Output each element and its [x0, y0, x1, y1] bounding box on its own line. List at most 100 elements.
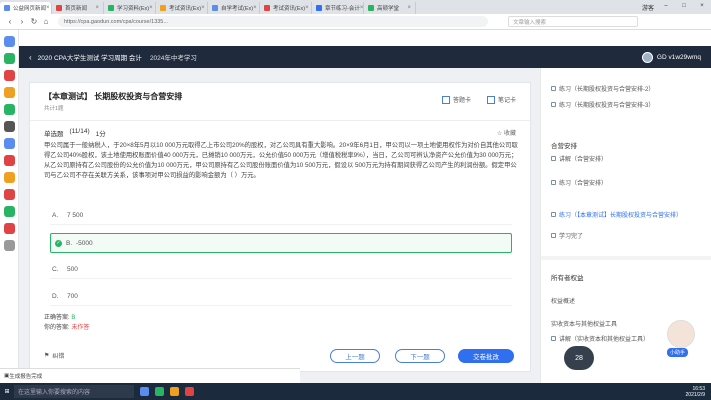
- close-window-icon[interactable]: ×: [693, 3, 711, 12]
- address-bar: ‹ › ↻ ⌂ https://cpa.gaodun.com/cpa/cours…: [0, 14, 711, 30]
- close-icon[interactable]: ×: [253, 5, 257, 11]
- option-b[interactable]: ✓ B. -5000: [50, 233, 512, 253]
- clock[interactable]: 16:53 2021/2/9: [686, 386, 711, 398]
- notes-icon: [486, 95, 495, 104]
- course-tag: 2024年中考学习: [149, 55, 197, 62]
- sidebar-app-icon[interactable]: [3, 240, 15, 251]
- sidebar-app-icon[interactable]: [3, 172, 15, 183]
- close-icon[interactable]: ×: [149, 5, 153, 11]
- tab-favicon-icon: [56, 5, 62, 11]
- browser-tab-strip: 公益网页新闻 × 首页新闻 × 学习资料(Ex) × 考试资讯(Ex) × 自学考试(E…: [0, 0, 711, 14]
- check-icon: ✓: [55, 239, 62, 247]
- browser-sidebar: [0, 30, 19, 383]
- minimize-icon[interactable]: –: [657, 3, 675, 12]
- sidebar-app-icon[interactable]: [3, 189, 15, 200]
- sidebar-app-icon[interactable]: [3, 206, 15, 217]
- list-item-active[interactable]: 练习（【本章测试】长期股权投资与合营安排）: [551, 210, 682, 219]
- close-icon[interactable]: ×: [46, 5, 50, 11]
- windows-icon[interactable]: ⊞: [0, 388, 14, 395]
- next-button[interactable]: 下一题: [395, 349, 445, 363]
- browser-tab[interactable]: 首页新闻 ×: [52, 2, 104, 14]
- browser-tab[interactable]: 学习资料(Ex) ×: [104, 2, 156, 14]
- list-item[interactable]: 练习（长期股权投资与合营安排-3）: [551, 100, 654, 109]
- close-icon[interactable]: ×: [305, 5, 309, 11]
- taskbar-app-icon[interactable]: [170, 387, 179, 396]
- error-report-button[interactable]: ⚑ 纠错: [44, 351, 64, 360]
- site-header: ‹ 2020 CPA大学生测试 学习周期 会计 2024年中考学习 GD v1w…: [19, 46, 711, 68]
- taskbar-app-icon[interactable]: [185, 387, 194, 396]
- browser-tab[interactable]: 高顿学堂 ×: [364, 2, 416, 14]
- maximize-icon[interactable]: □: [675, 3, 693, 12]
- assistant-label[interactable]: 小助手: [667, 348, 689, 357]
- list-item[interactable]: 权益概述: [551, 296, 575, 305]
- page-title: 【本章测试】 长期股权投资与合营安排: [44, 92, 183, 101]
- sidebar-app-icon[interactable]: [3, 121, 15, 132]
- list-item[interactable]: 学习完了: [551, 231, 583, 240]
- list-item[interactable]: 实收资本与其他权益工具: [551, 319, 617, 328]
- taskbar-search-input[interactable]: 在这里输入你要搜索的内容: [14, 385, 134, 398]
- browser-tab[interactable]: 章节练习-会计 ×: [312, 2, 364, 14]
- course-title: 2020 CPA大学生测试 学习周期 会计: [37, 55, 142, 62]
- sidebar-app-icon[interactable]: [3, 223, 15, 234]
- question-stem: 甲公司属于一般纳税人，于20×8年5月以10 000万元取得乙上市公司20%的股…: [44, 142, 518, 179]
- search-input[interactable]: 文章输入搜索: [508, 16, 638, 27]
- tab-favicon-icon: [212, 5, 218, 11]
- browser-tab[interactable]: 考试资讯(Ex) ×: [260, 2, 312, 14]
- taskbar-app-icon[interactable]: [140, 387, 149, 396]
- option-c[interactable]: C. 500: [50, 261, 512, 279]
- card-tools: 答题卡 笔记卡: [441, 95, 516, 104]
- close-icon[interactable]: ×: [201, 5, 205, 11]
- list-item[interactable]: 讲解（实收资本和其他权益工具）: [551, 334, 649, 343]
- list-item[interactable]: 讲解（合营安排）: [551, 154, 607, 163]
- user-menu[interactable]: GD v1w29wmq: [641, 51, 701, 63]
- browser-tab[interactable]: 考试资讯(Ex) ×: [156, 2, 208, 14]
- back-icon[interactable]: ‹: [4, 17, 16, 26]
- tab-favicon-icon: [108, 5, 114, 11]
- prev-button[interactable]: 上一题: [330, 349, 380, 363]
- taskbar: ⊞ 在这里输入你要搜索的内容 16:53 2021/2/9: [0, 383, 711, 400]
- assistant-avatar[interactable]: [667, 320, 695, 348]
- sidebar-app-icon[interactable]: [3, 70, 15, 81]
- taskbar-apps: [140, 387, 194, 396]
- your-answer: 你的答案: 未作答: [44, 325, 90, 331]
- browser-tab[interactable]: 公益网页新闻 ×: [0, 2, 52, 14]
- doc-icon: [551, 102, 556, 107]
- doc-icon: [551, 233, 556, 238]
- divider: [541, 256, 711, 260]
- option-d[interactable]: D. 700: [50, 288, 512, 306]
- user-label[interactable]: 游客: [639, 3, 657, 12]
- sidebar-app-icon[interactable]: [3, 138, 15, 149]
- refresh-icon[interactable]: ↻: [28, 17, 40, 26]
- submit-button[interactable]: 交卷批改: [458, 349, 514, 363]
- option-a[interactable]: A. 7 500: [50, 207, 512, 225]
- tab-favicon-icon: [316, 5, 322, 11]
- close-icon[interactable]: ×: [95, 5, 99, 11]
- tab-favicon-icon: [160, 5, 166, 11]
- sidebar-app-icon[interactable]: [3, 53, 15, 64]
- divider: [30, 120, 530, 121]
- tab-favicon-icon: [4, 5, 10, 11]
- doc-icon: [551, 212, 556, 217]
- list-item[interactable]: 练习（合营安排）: [551, 178, 607, 187]
- forward-icon[interactable]: ›: [16, 17, 28, 26]
- flag-icon: ⚑: [44, 353, 50, 359]
- sidebar-app-icon[interactable]: [3, 87, 15, 98]
- notes-button[interactable]: 笔记卡: [486, 95, 516, 104]
- question-header: 单选题 (11/14) 1分: [44, 128, 106, 138]
- back-icon[interactable]: ‹: [29, 53, 32, 62]
- home-icon[interactable]: ⌂: [40, 17, 52, 26]
- sidebar-app-icon[interactable]: [3, 155, 15, 166]
- answer-sheet-button[interactable]: 答题卡: [441, 95, 471, 104]
- list-item[interactable]: 练习（长期股权投资与合营安排-2）: [551, 84, 654, 93]
- sidebar-app-icon[interactable]: [3, 36, 15, 47]
- tab-favicon-icon: [264, 5, 270, 11]
- play-button[interactable]: 28: [564, 346, 594, 370]
- favorite-button[interactable]: ☆ 收藏: [497, 128, 516, 137]
- close-icon[interactable]: ×: [360, 5, 363, 11]
- sidebar-app-icon[interactable]: [3, 104, 15, 115]
- correct-answer: 正确答案: B: [44, 315, 76, 321]
- url-input[interactable]: https://cpa.gaodun.com/cpa/course/1335..…: [58, 16, 488, 27]
- close-icon[interactable]: ×: [407, 5, 411, 11]
- taskbar-app-icon[interactable]: [155, 387, 164, 396]
- browser-tab[interactable]: 自学考试(Ex) ×: [208, 2, 260, 14]
